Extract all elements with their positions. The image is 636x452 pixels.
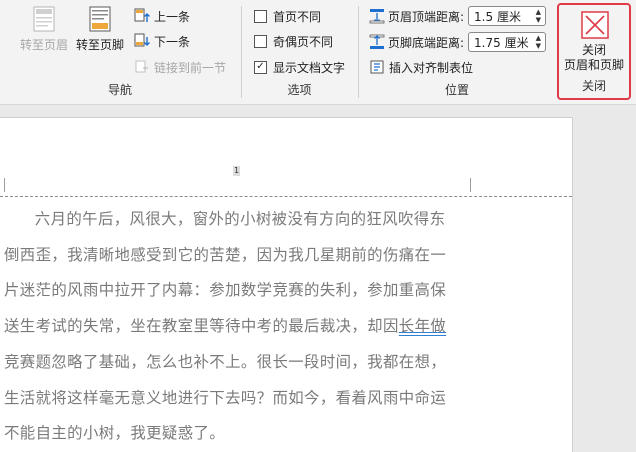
- grammar-marked-text[interactable]: 长年做: [399, 317, 446, 335]
- next-button[interactable]: 下一条: [134, 31, 190, 51]
- header-top-distance-icon: [369, 9, 385, 24]
- next-section-icon: [134, 33, 150, 47]
- header-from-top-label: 页眉顶端距离:: [388, 9, 465, 24]
- insert-alignment-tab-button[interactable]: 插入对齐制表位: [369, 57, 473, 77]
- close-group-label: 关闭: [581, 79, 606, 93]
- show-document-text-label: 显示文档文字: [273, 60, 346, 75]
- previous-label: 上一条: [154, 9, 191, 24]
- close-header-footer-group: 关闭 页眉和页脚 关闭: [557, 3, 631, 100]
- ribbon: 转至页眉 转至页脚 上一条 下一条 链接到前一节 导航 首页不同 奇偶页不同 ✓…: [0, 0, 636, 105]
- position-group-label: 位置: [444, 83, 469, 97]
- different-odd-even-box: [254, 34, 267, 48]
- document-page[interactable]: 1 六月的午后，风很大，窗外的小树被没有方向的狂风吹得东倒西歪，我清晰地感受到它…: [0, 117, 573, 452]
- page-number[interactable]: 1: [233, 166, 241, 176]
- close-label-line1: 关闭: [581, 43, 606, 57]
- header-boundary-line: [0, 196, 572, 197]
- goto-header-label: 转至页眉: [19, 38, 68, 52]
- close-label-line2: 页眉和页脚: [563, 58, 624, 72]
- navigation-group: 转至页眉 转至页脚 上一条 下一条 链接到前一节 导航: [0, 0, 240, 104]
- margin-corner-mark: [4, 178, 5, 192]
- close-header-footer-button[interactable]: 关闭 页眉和页脚: [559, 5, 629, 77]
- document-body-text[interactable]: 六月的午后，风很大，窗外的小树被没有方向的狂风吹得东倒西歪，我清晰地感受到它的苦…: [4, 202, 460, 452]
- navigation-group-label: 导航: [107, 83, 132, 97]
- paragraph-text: 竞赛题忽略了基础，怎么也补不上。很长一段时间，我都在想，生活就将这样毫无意义地进…: [4, 352, 447, 443]
- show-document-text-box: ✓: [254, 60, 267, 74]
- goto-footer-button[interactable]: 转至页脚: [72, 6, 128, 53]
- spinner-arrows-icon[interactable]: ▲ ▼: [536, 8, 541, 24]
- close-header-footer-label: 关闭 页眉和页脚: [559, 43, 629, 73]
- header-from-top-row: 页眉顶端距离: 1.5 厘米 ▲ ▼: [369, 5, 547, 27]
- position-group: 页眉顶端距离: 1.5 厘米 ▲ ▼ 页脚底端距离: 1.75 厘米 ▲ ▼ 插…: [359, 0, 555, 104]
- goto-footer-icon: [89, 6, 111, 32]
- goto-footer-label: 转至页脚: [75, 38, 124, 52]
- spinner-arrows-icon[interactable]: ▲ ▼: [536, 34, 541, 50]
- header-from-top-spinner[interactable]: 1.5 厘米 ▲ ▼: [468, 6, 547, 26]
- different-odd-even-checkbox[interactable]: 奇偶页不同: [254, 31, 333, 51]
- footer-from-bottom-spinner[interactable]: 1.75 厘米 ▲ ▼: [468, 32, 547, 52]
- alignment-tab-icon: [370, 60, 384, 74]
- margin-corner-mark: [470, 178, 471, 192]
- paragraph-text: 六月的午后，风很大，窗外的小树被没有方向的狂风吹得东倒西歪，我清晰地感受到它的苦…: [4, 210, 447, 336]
- options-group-label: 选项: [287, 83, 312, 97]
- previous-section-icon: [134, 8, 150, 22]
- different-first-page-box: [254, 9, 267, 23]
- footer-from-bottom-row: 页脚底端距离: 1.75 厘米 ▲ ▼: [369, 31, 547, 53]
- header-from-top-value: 1.5 厘米: [474, 9, 521, 24]
- goto-header-button[interactable]: 转至页眉: [16, 6, 72, 53]
- different-first-page-label: 首页不同: [273, 9, 322, 24]
- document-area: 1 六月的午后，风很大，窗外的小树被没有方向的狂风吹得东倒西歪，我清晰地感受到它…: [0, 105, 636, 452]
- goto-header-icon: [33, 6, 55, 32]
- different-odd-even-label: 奇偶页不同: [273, 34, 334, 49]
- previous-button[interactable]: 上一条: [134, 6, 190, 26]
- link-to-previous-button[interactable]: 链接到前一节: [134, 57, 226, 77]
- next-label: 下一条: [154, 34, 191, 49]
- options-group: 首页不同 奇偶页不同 ✓ 显示文档文字 选项: [242, 0, 357, 104]
- link-icon: [135, 60, 148, 73]
- link-to-previous-label: 链接到前一节: [154, 60, 227, 75]
- footer-bottom-distance-icon: [369, 34, 385, 49]
- insert-alignment-tab-label: 插入对齐制表位: [389, 60, 474, 75]
- footer-from-bottom-label: 页脚底端距离:: [388, 35, 465, 50]
- close-icon: [581, 11, 609, 39]
- show-document-text-checkbox[interactable]: ✓ 显示文档文字: [254, 57, 345, 77]
- different-first-page-checkbox[interactable]: 首页不同: [254, 6, 321, 26]
- footer-from-bottom-value: 1.75 厘米: [474, 35, 529, 50]
